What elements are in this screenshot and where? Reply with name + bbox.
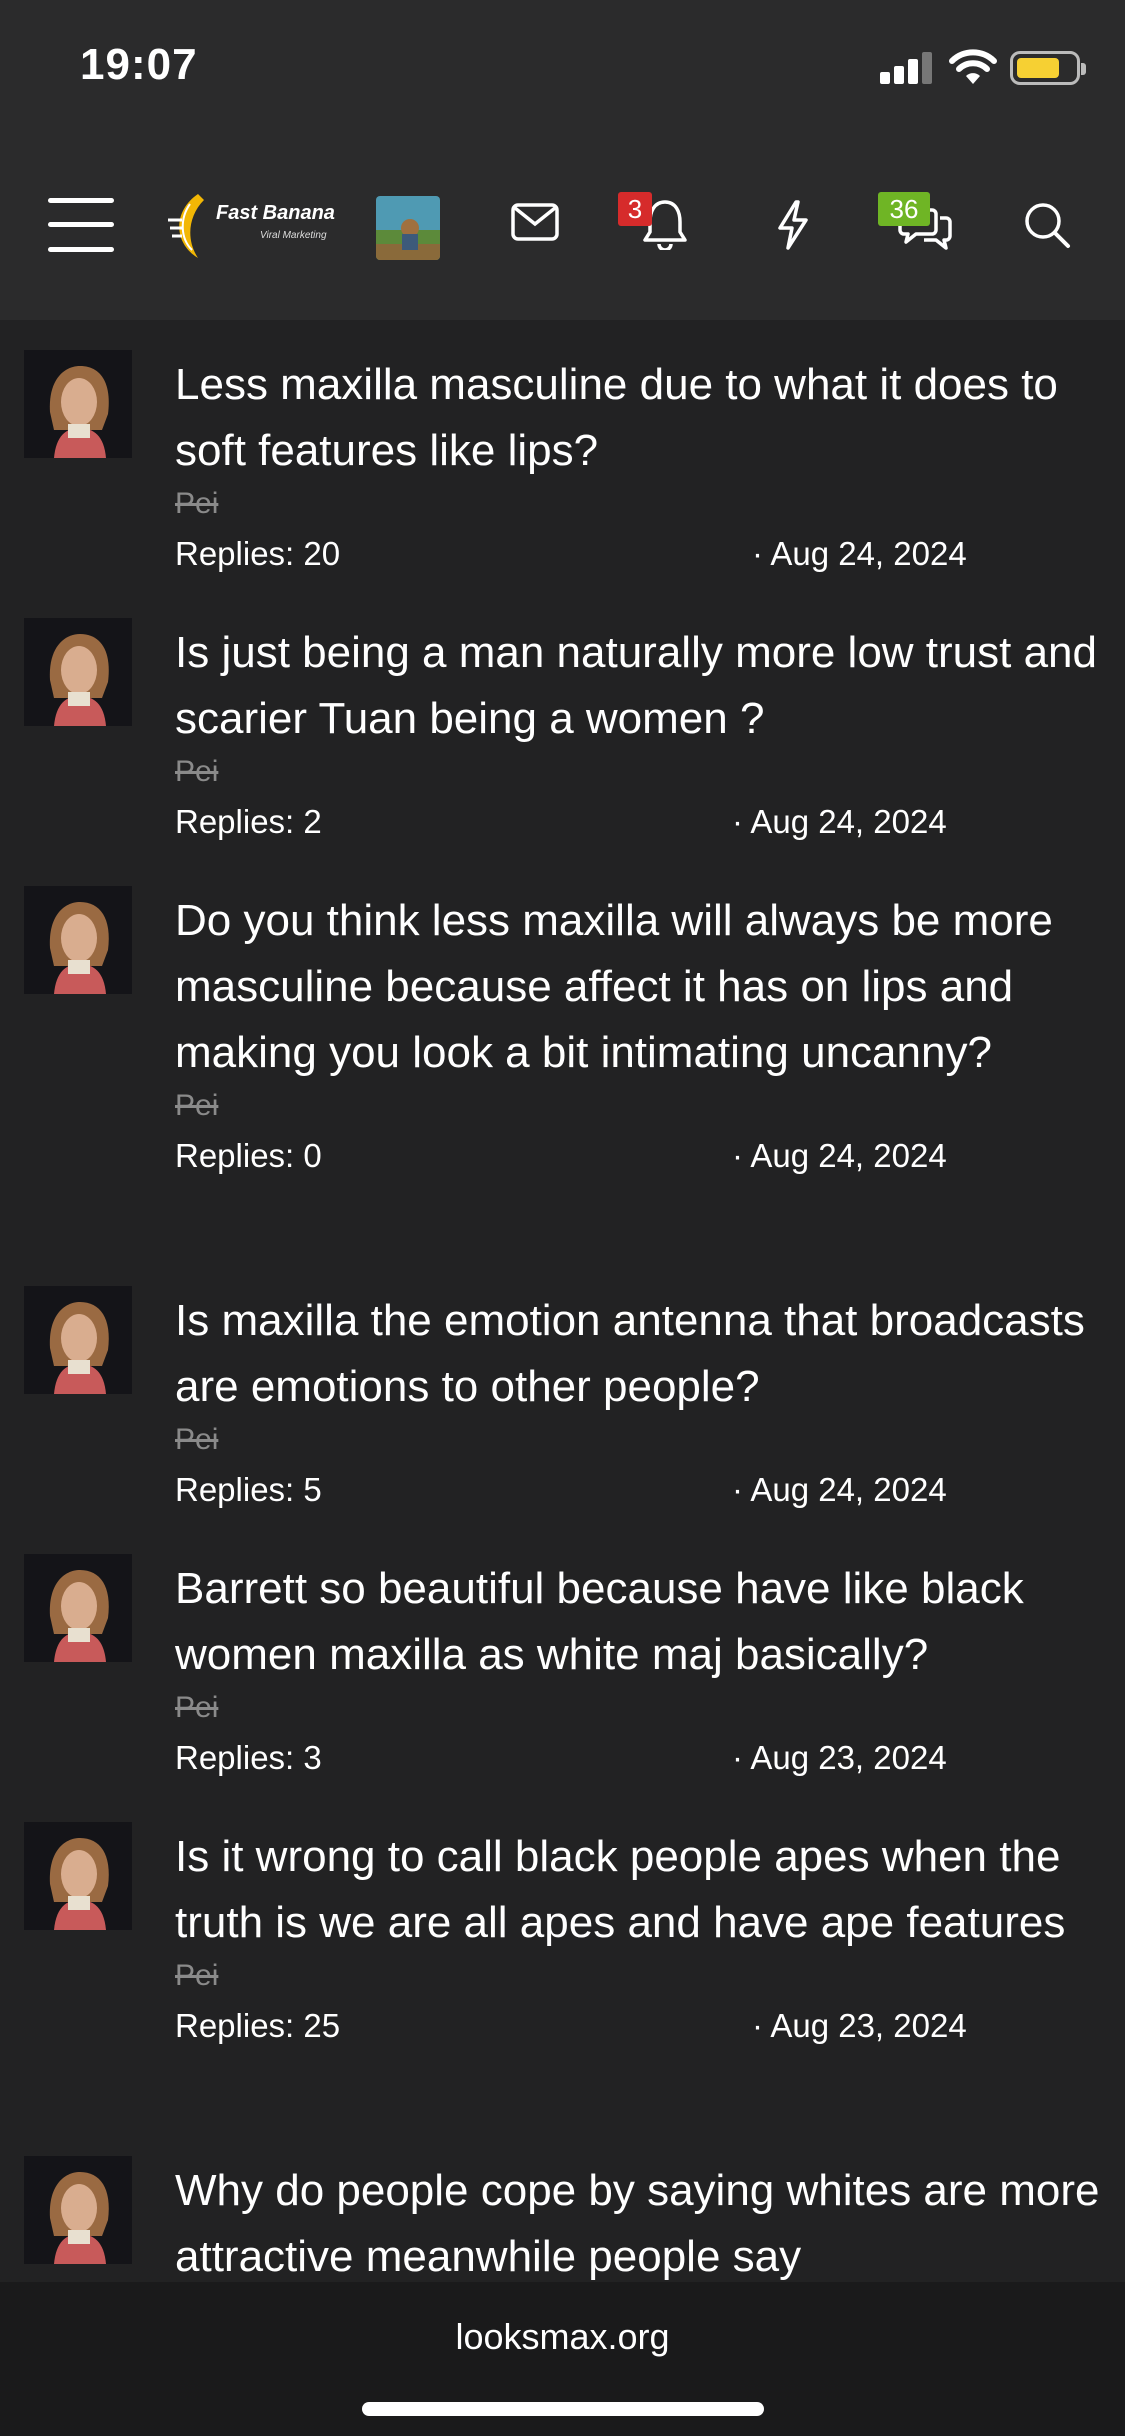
thread-item[interactable]: Is just being a man naturally more low t… (0, 588, 1125, 856)
reply-count: Replies: 3 (175, 1739, 322, 1776)
thread-item[interactable]: Do you think less maxilla will always be… (0, 856, 1125, 1256)
reply-count: Replies: 25 (175, 2007, 341, 2044)
lightning-icon[interactable] (776, 200, 810, 250)
thread-date[interactable]: · Aug 24, 2024 (752, 528, 967, 580)
home-indicator[interactable] (362, 2402, 764, 2416)
thread-item[interactable]: Is maxilla the emotion antenna that broa… (0, 1256, 1125, 1524)
thread-title[interactable]: Barrett so beautiful because have like b… (175, 1556, 1105, 1688)
thread-list: Less maxilla masculine due to what it do… (0, 320, 1125, 2326)
logo-subtext: Viral Marketing (260, 230, 327, 241)
author-avatar[interactable] (24, 1286, 132, 1394)
reply-count: Replies: 0 (175, 1137, 322, 1174)
author-avatar[interactable] (24, 1822, 132, 1930)
reply-count: Replies: 5 (175, 1471, 322, 1508)
user-avatar[interactable] (376, 196, 440, 260)
browser-bottom-bar: looksmax.org (0, 2282, 1125, 2436)
thread-author[interactable]: Pei (175, 1956, 1105, 1996)
logo-text: Fast Banana (216, 202, 335, 224)
thread-date[interactable]: · Aug 23, 2024 (752, 2000, 967, 2052)
wifi-icon (948, 48, 998, 86)
thread-meta: Replies: 5 · Aug 24, 2024 (175, 1464, 1105, 1516)
search-icon[interactable] (1022, 200, 1072, 250)
thread-author[interactable]: Pei (175, 752, 1105, 792)
thread-meta: Replies: 20 · Aug 24, 2024 (175, 528, 1105, 580)
thread-title[interactable]: Is just being a man naturally more low t… (175, 620, 1105, 752)
author-avatar[interactable] (24, 350, 132, 458)
battery-icon (1010, 51, 1086, 85)
thread-author[interactable]: Pei (175, 1086, 1105, 1126)
mail-icon[interactable] (510, 202, 560, 242)
thread-item[interactable]: Is it wrong to call black people apes wh… (0, 1792, 1125, 2126)
thread-author[interactable]: Pei (175, 484, 1105, 524)
thread-date[interactable]: · Aug 24, 2024 (732, 1130, 947, 1182)
address-bar-url[interactable]: looksmax.org (0, 2316, 1125, 2358)
thread-author[interactable]: Pei (175, 1420, 1105, 1460)
status-time: 19:07 (80, 40, 198, 89)
thread-date[interactable]: · Aug 24, 2024 (732, 796, 947, 848)
thread-title[interactable]: Why do people cope by saying whites are … (175, 2158, 1105, 2290)
navbar: Fast Banana Viral Marketing 3 36 (0, 140, 1125, 320)
thread-title[interactable]: Is it wrong to call black people apes wh… (175, 1824, 1105, 1956)
author-avatar[interactable] (24, 618, 132, 726)
thread-title[interactable]: Less maxilla masculine due to what it do… (175, 352, 1105, 484)
status-bar: 19:07 (0, 0, 1125, 140)
thread-meta: Replies: 0 · Aug 24, 2024 (175, 1130, 1105, 1182)
thread-meta: Replies: 2 · Aug 24, 2024 (175, 796, 1105, 848)
thread-item[interactable]: Less maxilla masculine due to what it do… (0, 320, 1125, 588)
site-logo[interactable]: Fast Banana Viral Marketing (168, 190, 348, 262)
alerts-badge: 3 (618, 192, 652, 226)
thread-date[interactable]: · Aug 24, 2024 (732, 1464, 947, 1516)
thread-author[interactable]: Pei (175, 1688, 1105, 1728)
thread-item[interactable]: Barrett so beautiful because have like b… (0, 1524, 1125, 1792)
menu-icon[interactable] (48, 198, 114, 252)
conversations-badge: 36 (878, 192, 930, 226)
thread-meta: Replies: 3 · Aug 23, 2024 (175, 1732, 1105, 1784)
author-avatar[interactable] (24, 2156, 132, 2264)
thread-title[interactable]: Is maxilla the emotion antenna that broa… (175, 1288, 1105, 1420)
thread-meta: Replies: 25 · Aug 23, 2024 (175, 2000, 1105, 2052)
signal-icon (880, 52, 934, 84)
thread-date[interactable]: · Aug 23, 2024 (732, 1732, 947, 1784)
author-avatar[interactable] (24, 1554, 132, 1662)
reply-count: Replies: 20 (175, 535, 341, 572)
thread-title[interactable]: Do you think less maxilla will always be… (175, 888, 1105, 1086)
author-avatar[interactable] (24, 886, 132, 994)
reply-count: Replies: 2 (175, 803, 322, 840)
